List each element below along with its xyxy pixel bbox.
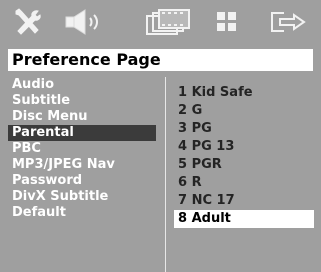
parental-rating-list: 1 Kid Safe 2 G 3 PG 4 PG 13 5 PGR 6 R 7 … — [174, 84, 314, 228]
menu-item-divx-subtitle[interactable]: DivX Subtitle — [8, 189, 156, 205]
exit-icon[interactable] — [266, 7, 310, 37]
tools-icon[interactable] — [10, 7, 44, 37]
panel-divider — [165, 77, 166, 272]
rating-option-adult[interactable]: 8 Adult — [174, 210, 314, 228]
rating-option-kid-safe[interactable]: 1 Kid Safe — [174, 84, 314, 102]
menu-item-mp3-jpeg-nav[interactable]: MP3/JPEG Nav — [8, 157, 156, 173]
rating-option-pg[interactable]: 3 PG — [174, 120, 314, 138]
rating-option-pgr[interactable]: 5 PGR — [174, 156, 314, 174]
preference-menu: Audio Subtitle Disc Menu Parental PBC MP… — [8, 77, 156, 221]
grid-icon[interactable] — [212, 7, 242, 37]
rating-option-r[interactable]: 6 R — [174, 174, 314, 192]
speaker-icon[interactable] — [63, 7, 107, 37]
menu-item-disc-menu[interactable]: Disc Menu — [8, 109, 156, 125]
dvd-setup-screen: Preference Page Audio Subtitle Disc Menu… — [0, 0, 321, 272]
menu-item-subtitle[interactable]: Subtitle — [8, 93, 156, 109]
film-icon[interactable] — [143, 7, 191, 37]
rating-option-nc-17[interactable]: 7 NC 17 — [174, 192, 314, 210]
menu-item-default[interactable]: Default — [8, 205, 156, 221]
top-toolbar — [0, 0, 321, 44]
menu-item-parental[interactable]: Parental — [8, 125, 156, 141]
menu-item-password[interactable]: Password — [8, 173, 156, 189]
rating-option-g[interactable]: 2 G — [174, 102, 314, 120]
rating-option-pg-13[interactable]: 4 PG 13 — [174, 138, 314, 156]
page-title: Preference Page — [8, 49, 313, 71]
menu-item-pbc[interactable]: PBC — [8, 141, 156, 157]
menu-item-audio[interactable]: Audio — [8, 77, 156, 93]
